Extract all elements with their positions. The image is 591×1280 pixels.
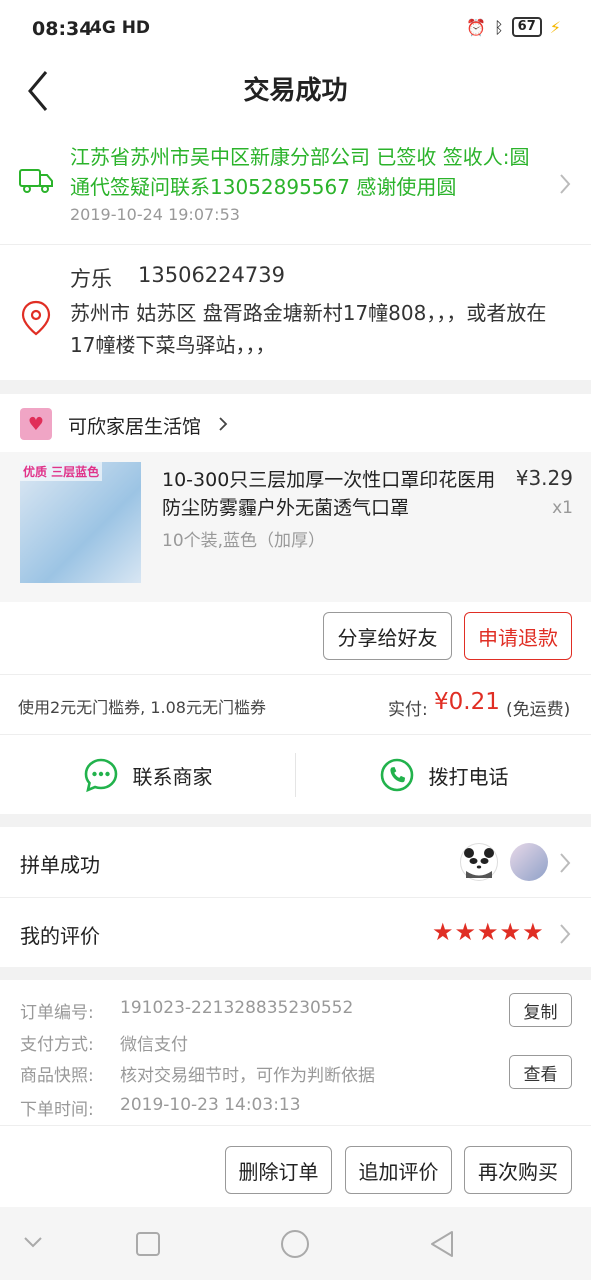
paid-amount: ¥0.21 xyxy=(434,689,500,715)
recipient-name: 方乐 xyxy=(70,267,112,291)
status-time: 08:34 xyxy=(32,18,93,40)
contact-merchant-button[interactable]: 联系商家 xyxy=(0,735,295,815)
snapshot-text: 核对交易细节时，可作为判断依据 xyxy=(120,1066,375,1086)
status-icons: ⏰ ᛒ 67 ⚡ xyxy=(466,17,561,37)
phone-icon xyxy=(380,758,413,792)
my-review-row[interactable]: 我的评价 ★★★★★ xyxy=(0,897,591,967)
order-time: 2019-10-23 14:03:13 xyxy=(120,1095,301,1115)
chevron-right-icon xyxy=(219,417,228,431)
order-number-label: 订单编号: xyxy=(20,1003,94,1023)
home-icon[interactable] xyxy=(280,1229,310,1259)
heart-icon: ♥ xyxy=(27,413,45,435)
paid-label: 实付: xyxy=(388,700,428,720)
chevron-right-icon xyxy=(560,853,571,873)
chevron-right-icon xyxy=(560,174,571,194)
product-item[interactable]: 优质 三层蓝色 10-300只三层加厚一次性口罩印花医用防尘防雾霾户外无菌透气口… xyxy=(0,452,591,602)
shop-logo: ♥ xyxy=(20,408,52,440)
add-review-button[interactable]: 追加评价 xyxy=(345,1146,452,1194)
product-image[interactable]: 优质 三层蓝色 xyxy=(20,462,141,583)
payment-method-label: 支付方式: xyxy=(20,1035,94,1055)
delete-order-button[interactable]: 删除订单 xyxy=(225,1146,332,1194)
refund-button[interactable]: 申请退款 xyxy=(464,612,572,660)
snapshot-label: 商品快照: xyxy=(20,1066,94,1086)
page-title: 交易成功 xyxy=(243,76,348,106)
bottom-action-bar: 删除订单 追加评价 再次购买 xyxy=(0,1125,591,1207)
shop-order-card: ♥ 可欣家居生活馆 优质 三层蓝色 10-300只三层加厚一次性口罩印花医用防尘… xyxy=(0,394,591,674)
recipient-phone: 13506224739 xyxy=(138,263,285,287)
copy-button[interactable]: 复制 xyxy=(509,993,572,1027)
system-nav-bar xyxy=(0,1207,591,1280)
coupon-info: 使用2元无门槛券, 1.08元无门槛券 xyxy=(18,698,266,717)
rebuy-button[interactable]: 再次购买 xyxy=(464,1146,572,1194)
chevron-right-icon xyxy=(560,924,571,944)
product-price: ¥3.29 xyxy=(515,466,573,490)
back-triangle-icon[interactable] xyxy=(428,1229,456,1259)
alarm-icon: ⏰ xyxy=(466,17,487,37)
header: 交易成功 xyxy=(0,60,591,130)
address-detail: 苏州市 姑苏区 盘胥路金塘新村17幢808，，，或者放在17幢楼下菜鸟驿站，，， xyxy=(70,301,547,357)
payment-method: 微信支付 xyxy=(120,1035,188,1055)
shop-name: 可欣家居生活馆 xyxy=(68,416,202,438)
shipping-address: 方乐 13506224739 苏州市 姑苏区 盘胥路金塘新村17幢808，，，或… xyxy=(0,244,591,380)
group-buy-label: 拼单成功 xyxy=(20,853,100,877)
product-title: 10-300只三层加厚一次性口罩印花医用防尘防雾霾户外无菌透气口罩 xyxy=(162,469,496,519)
call-phone-label: 拨打电话 xyxy=(428,764,509,789)
shipping-note: (免运费) xyxy=(506,700,571,720)
call-phone-button[interactable]: 拨打电话 xyxy=(296,735,591,815)
view-snapshot-button[interactable]: 查看 xyxy=(509,1055,572,1089)
order-info: 订单编号: 191023-221328835230552 复制 支付方式: 微信… xyxy=(0,980,591,1125)
my-review-label: 我的评价 xyxy=(20,924,100,948)
charging-icon: ⚡ xyxy=(549,17,561,37)
network-indicator: 4G HD xyxy=(90,18,151,38)
recent-apps-icon[interactable] xyxy=(135,1231,161,1257)
battery-icon: 67 xyxy=(511,17,542,37)
chevron-down-icon[interactable] xyxy=(22,1235,44,1249)
avatar xyxy=(510,843,548,881)
payment-summary: 使用2元无门槛券, 1.08元无门槛券 实付: ¥0.21 (免运费) xyxy=(0,674,591,734)
status-bar: 08:34 4G HD ⏰ ᛒ 67 ⚡ xyxy=(0,0,591,60)
logistics-status: 江苏省苏州市吴中区新康分部公司 已签收 签收人:圆通代签疑问联系13052895… xyxy=(70,145,530,199)
logistics-card[interactable]: 江苏省苏州市吴中区新康分部公司 已签收 签收人:圆通代签疑问联系13052895… xyxy=(0,130,591,244)
panda-avatar-icon xyxy=(462,845,496,879)
star-rating: ★★★★★ xyxy=(432,918,545,946)
product-sku: 10个装,蓝色（加厚） xyxy=(162,531,326,551)
chat-bubble-icon xyxy=(84,758,117,793)
bluetooth-icon: ᛒ xyxy=(494,17,504,37)
share-button[interactable]: 分享给好友 xyxy=(323,612,452,660)
group-buy-row[interactable]: 拼单成功 xyxy=(0,827,591,897)
location-pin-icon xyxy=(21,300,51,336)
order-number: 191023-221328835230552 xyxy=(120,998,354,1018)
logistics-time: 2019-10-24 19:07:53 xyxy=(70,205,240,224)
contact-merchant-label: 联系商家 xyxy=(132,764,213,789)
shop-header[interactable]: ♥ 可欣家居生活馆 xyxy=(0,394,591,452)
truck-icon xyxy=(19,169,53,193)
contact-row: 联系商家 拨打电话 xyxy=(0,734,591,814)
product-image-badge: 优质 三层蓝色 xyxy=(20,462,103,481)
avatar xyxy=(460,843,498,881)
product-quantity: x1 xyxy=(552,498,573,518)
order-time-label: 下单时间: xyxy=(20,1100,94,1120)
